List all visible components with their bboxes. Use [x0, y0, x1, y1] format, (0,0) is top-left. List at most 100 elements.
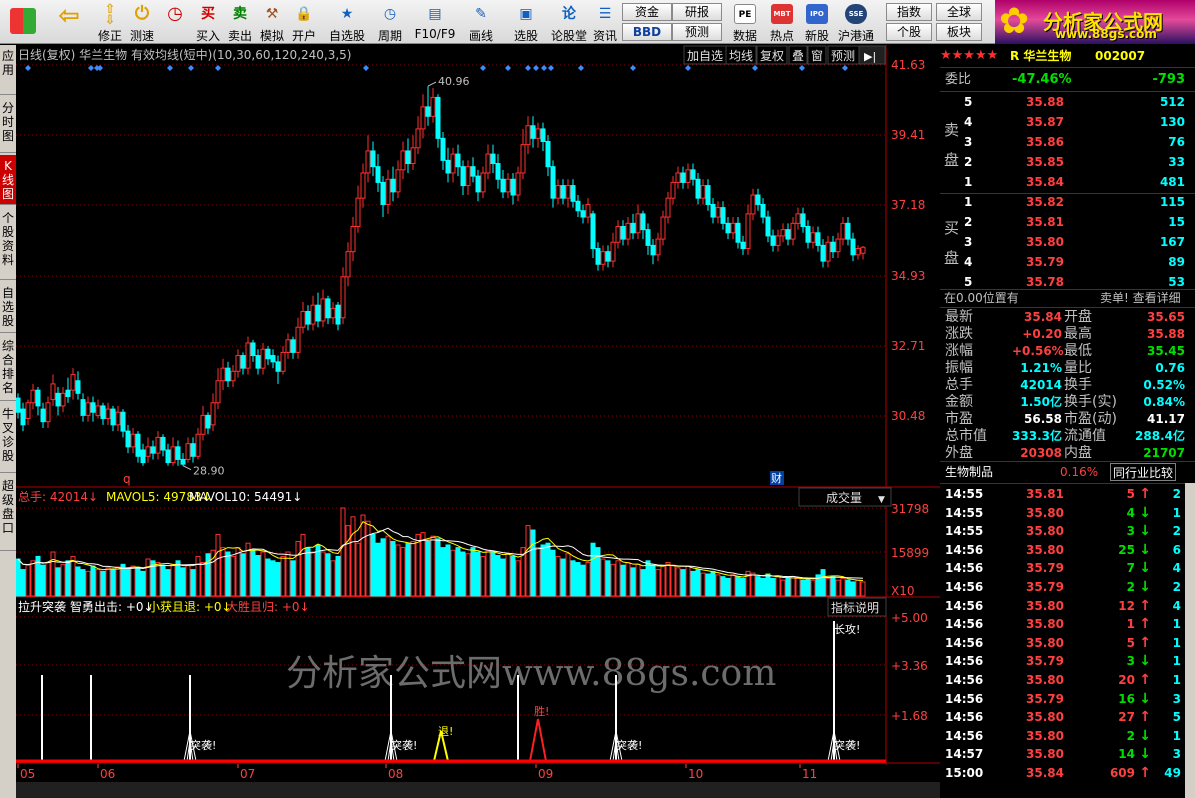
- xingu-button[interactable]: IPO 新股: [800, 0, 834, 44]
- volume-bar[interactable]: [370, 533, 376, 597]
- volume-bar[interactable]: [95, 569, 101, 597]
- volume-bar[interactable]: [310, 551, 316, 597]
- volume-bar[interactable]: [360, 514, 366, 597]
- candle[interactable]: [390, 178, 396, 193]
- volume-bar[interactable]: [425, 540, 431, 597]
- candle[interactable]: [40, 408, 46, 423]
- candle[interactable]: [750, 194, 756, 215]
- volume-bar[interactable]: [510, 555, 516, 597]
- candle[interactable]: [195, 433, 201, 457]
- volume-bar[interactable]: [215, 533, 221, 597]
- volume-bar[interactable]: [525, 525, 531, 597]
- left-tab-0[interactable]: 应用: [0, 45, 16, 95]
- volume-bar[interactable]: [290, 560, 296, 597]
- candle[interactable]: [365, 150, 371, 174]
- candle[interactable]: [455, 153, 461, 168]
- volume-bar[interactable]: [720, 576, 726, 597]
- candle[interactable]: [710, 203, 716, 218]
- volume-bar[interactable]: [625, 562, 631, 597]
- candle[interactable]: [725, 222, 731, 234]
- candle[interactable]: [760, 203, 766, 218]
- volume-bar[interactable]: [855, 579, 861, 597]
- candle[interactable]: [785, 229, 791, 240]
- volume-bar[interactable]: [445, 544, 451, 597]
- volume-bar[interactable]: [260, 551, 266, 597]
- candle[interactable]: [470, 166, 476, 177]
- candle[interactable]: [45, 402, 51, 423]
- volume-bar[interactable]: [110, 569, 116, 597]
- candle[interactable]: [105, 408, 111, 420]
- candle[interactable]: [400, 150, 406, 171]
- volume-bar[interactable]: [385, 535, 391, 597]
- volume-bar[interactable]: [160, 564, 166, 597]
- volume-bar[interactable]: [490, 551, 496, 597]
- volume-bar[interactable]: [685, 565, 691, 597]
- grid-icon[interactable]: [4, 0, 42, 44]
- candle[interactable]: [540, 128, 546, 142]
- candle[interactable]: [75, 380, 81, 394]
- volume-bar[interactable]: [145, 558, 151, 597]
- candle[interactable]: [60, 392, 66, 407]
- candle[interactable]: [120, 411, 126, 432]
- candle[interactable]: [340, 276, 346, 319]
- volume-bar[interactable]: [250, 549, 256, 597]
- candle[interactable]: [605, 251, 611, 262]
- volume-bar[interactable]: [675, 567, 681, 597]
- candle[interactable]: [570, 185, 576, 202]
- volume-bar[interactable]: [705, 573, 711, 597]
- candle[interactable]: [670, 181, 676, 199]
- candle[interactable]: [700, 185, 706, 199]
- volume-bar[interactable]: [410, 540, 416, 597]
- candle[interactable]: [630, 222, 636, 234]
- volume-bar[interactable]: [590, 542, 596, 597]
- volume-bar[interactable]: [175, 560, 181, 597]
- volume-bar[interactable]: [220, 547, 226, 597]
- volume-bar[interactable]: [635, 563, 641, 597]
- volume-bar[interactable]: [240, 553, 246, 597]
- volume-bar[interactable]: [105, 567, 111, 597]
- candle[interactable]: [460, 166, 466, 187]
- candle[interactable]: [555, 185, 561, 199]
- volume-bar[interactable]: [30, 560, 36, 597]
- candle[interactable]: [110, 408, 116, 426]
- candle[interactable]: [810, 232, 816, 243]
- candle[interactable]: [655, 238, 661, 256]
- candle[interactable]: [65, 389, 71, 397]
- candle[interactable]: [830, 241, 836, 253]
- volume-bar[interactable]: [765, 573, 771, 597]
- volume-bar[interactable]: [725, 577, 731, 597]
- candle[interactable]: [325, 298, 331, 319]
- candle[interactable]: [425, 106, 431, 117]
- volume-bar[interactable]: [755, 576, 761, 597]
- candle[interactable]: [825, 241, 831, 262]
- candle[interactable]: [595, 248, 601, 265]
- volume-bar[interactable]: [50, 551, 56, 597]
- candle[interactable]: [370, 150, 376, 168]
- volume-bar[interactable]: [530, 529, 536, 597]
- volume-bar[interactable]: [790, 576, 796, 597]
- candle[interactable]: [415, 128, 421, 149]
- candle[interactable]: [600, 251, 606, 265]
- volume-bar[interactable]: [560, 558, 566, 597]
- candle[interactable]: [200, 414, 206, 435]
- candle[interactable]: [320, 298, 326, 322]
- volume-bar[interactable]: [690, 570, 696, 597]
- tick-scrollbar[interactable]: [1185, 483, 1195, 798]
- candle[interactable]: [730, 222, 736, 234]
- candle[interactable]: [580, 210, 586, 218]
- candle[interactable]: [815, 232, 821, 246]
- volume-bar[interactable]: [40, 564, 46, 597]
- volume-bar[interactable]: [345, 525, 351, 597]
- volume-bar[interactable]: [435, 538, 441, 597]
- candle[interactable]: [380, 181, 386, 205]
- volume-bar[interactable]: [850, 581, 856, 597]
- toolbar-gavel-button[interactable]: ⚒ 模拟: [256, 0, 288, 44]
- volume-bar[interactable]: [325, 553, 331, 597]
- left-tab-6[interactable]: 牛叉诊股: [0, 403, 16, 473]
- volume-bar[interactable]: [80, 569, 86, 597]
- candle[interactable]: [615, 225, 621, 243]
- volume-bar[interactable]: [565, 553, 571, 597]
- volume-bar[interactable]: [20, 569, 26, 597]
- candle[interactable]: [715, 207, 721, 218]
- candle[interactable]: [820, 244, 826, 262]
